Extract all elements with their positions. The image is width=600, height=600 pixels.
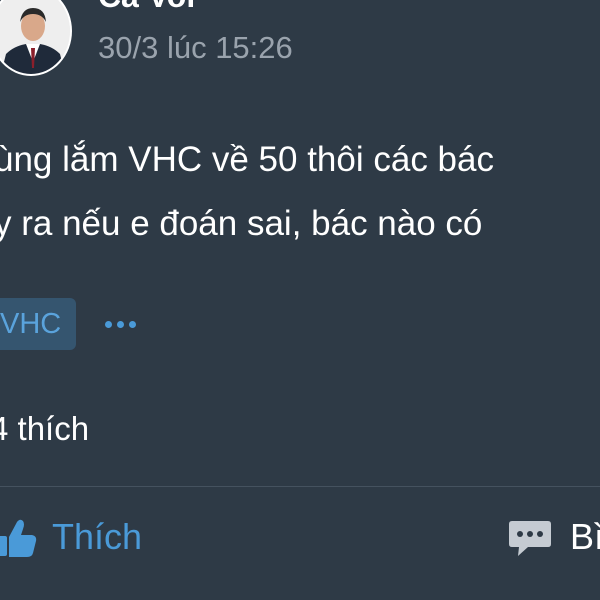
post-timestamp[interactable]: 30/3 lúc 15:26 bbox=[98, 30, 293, 66]
more-options-button[interactable] bbox=[100, 306, 140, 342]
divider bbox=[0, 486, 600, 487]
post-author[interactable]: Cá Voi bbox=[98, 0, 195, 15]
avatar[interactable] bbox=[0, 0, 72, 76]
comment-button[interactable]: Bì bbox=[570, 516, 600, 558]
more-dots-icon bbox=[116, 320, 124, 328]
post-text-line-1: ùng lắm VHC về 50 thôi các bác bbox=[0, 140, 494, 179]
thumbs-up-icon[interactable] bbox=[0, 516, 38, 560]
stock-tag[interactable]: VHC bbox=[0, 298, 76, 350]
like-count[interactable]: 4 thích bbox=[0, 410, 89, 448]
more-dots-icon bbox=[128, 320, 136, 328]
post-text-line-2: y ra nếu e đoán sai, bác nào có bbox=[0, 204, 483, 243]
like-button[interactable]: Thích bbox=[52, 516, 142, 558]
more-dots-icon bbox=[104, 320, 112, 328]
avatar-photo bbox=[0, 0, 70, 74]
comment-bubble-icon[interactable] bbox=[508, 518, 552, 560]
